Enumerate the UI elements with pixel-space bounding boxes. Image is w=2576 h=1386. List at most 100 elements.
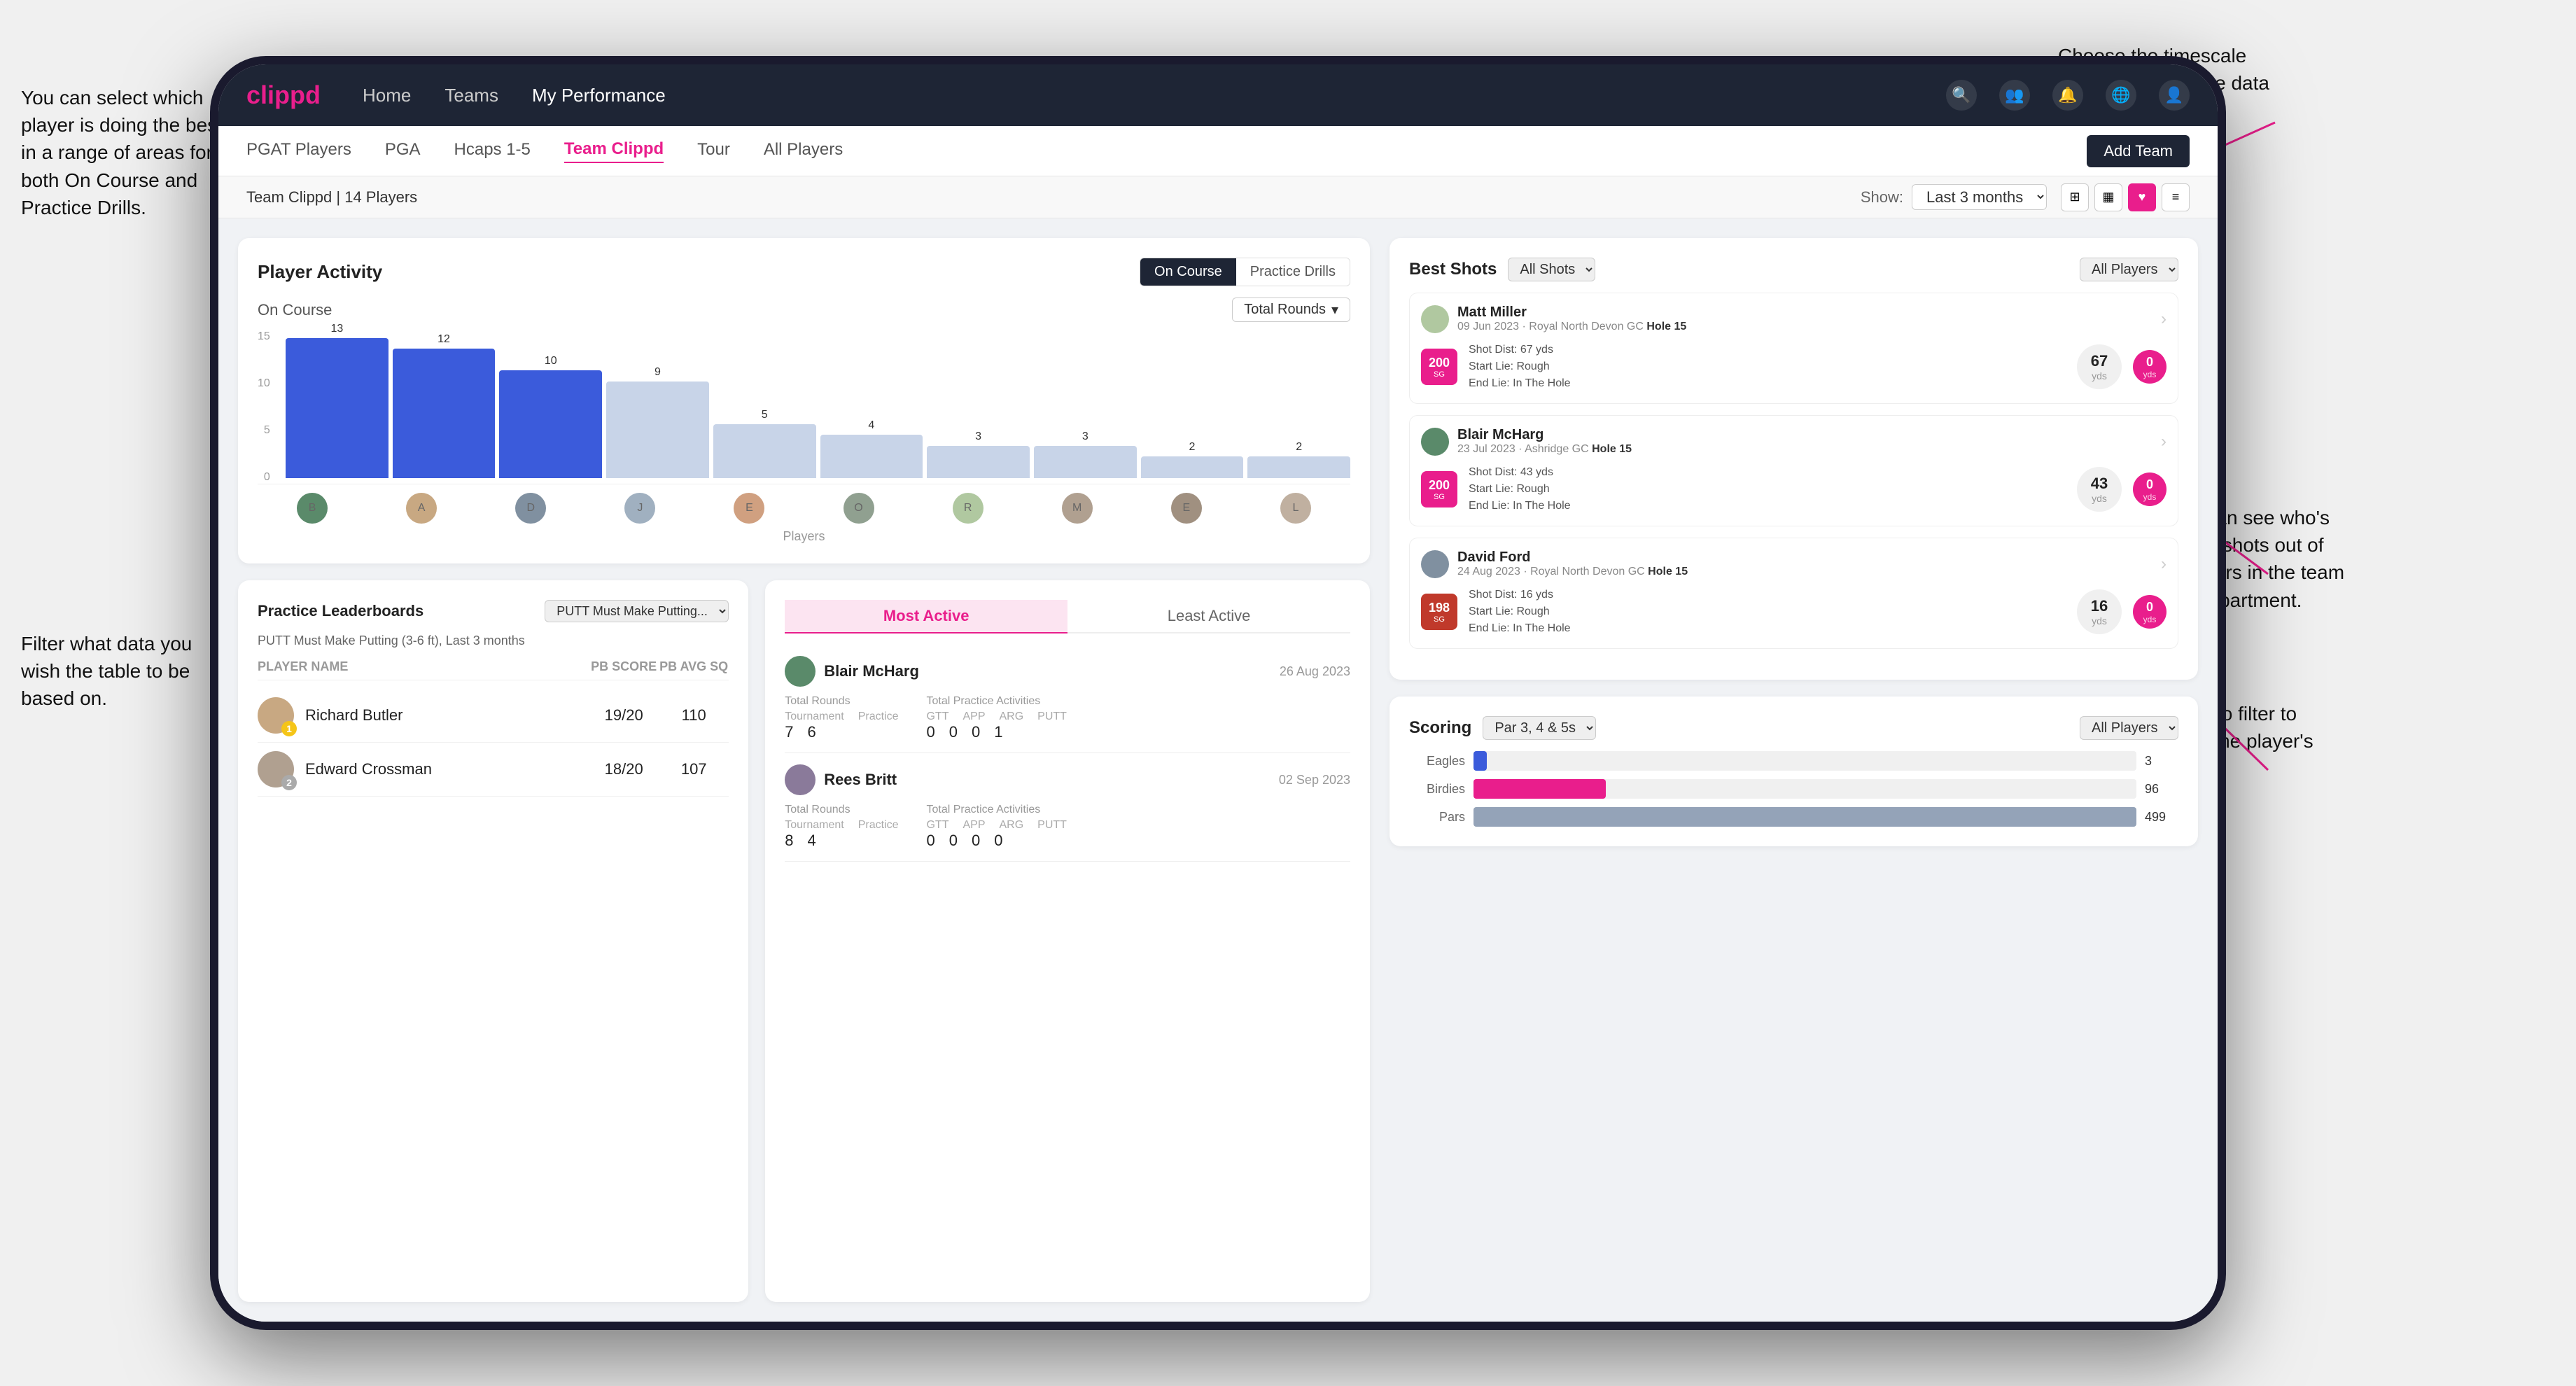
lb-player-name-2: Edward Crossman	[305, 760, 589, 778]
total-rounds-dropdown[interactable]: Total Rounds ▾	[1232, 298, 1350, 322]
scoring-chart: Eagles 3 Birdies 96	[1409, 751, 2178, 827]
shot-score-badge-2: 200 SG	[1421, 471, 1457, 507]
nav-item-my-performance[interactable]: My Performance	[532, 85, 666, 106]
activity-tabs: Most Active Least Active	[785, 600, 1350, 634]
ap-putt-2: 0	[994, 832, 1002, 850]
ap-avatar-1	[785, 656, 816, 687]
nav-item-teams[interactable]: Teams	[444, 85, 498, 106]
show-dropdown[interactable]: Last 3 months	[1912, 184, 2047, 210]
bar-group: 5	[713, 409, 816, 478]
nav-icons: 🔍 👥 🔔 🌐 👤	[1946, 80, 2190, 111]
activity-toggle-group: On Course Practice Drills	[1140, 258, 1350, 286]
subnav-all-players[interactable]: All Players	[764, 140, 843, 162]
shot-avatar-3	[1421, 550, 1449, 578]
ap-date-1: 26 Aug 2023	[1280, 664, 1350, 679]
on-course-toggle[interactable]: On Course	[1140, 258, 1236, 286]
top-nav: clippd Home Teams My Performance 🔍 👥 🔔 🌐…	[218, 64, 2218, 126]
scoring-title: Scoring	[1409, 718, 1471, 738]
practice-title: Practice Leaderboards	[258, 602, 424, 620]
subnav-team-clippd[interactable]: Team Clippd	[564, 139, 664, 163]
practice-subtitle: PUTT Must Make Putting (3-6 ft), Last 3 …	[258, 634, 729, 648]
shot-dist-badge-1: 67 yds	[2077, 344, 2122, 389]
shots-type-dropdown[interactable]: All Shots	[1508, 258, 1595, 281]
score-row-eagles: Eagles 3	[1409, 751, 2178, 771]
lb-pb-score-1: 19/20	[589, 706, 659, 724]
shot-end-badge-1: 0 yds	[2133, 350, 2166, 384]
nav-item-home[interactable]: Home	[363, 85, 411, 106]
shot-card-3: David Ford 24 Aug 2023 · Royal North Dev…	[1409, 538, 2178, 649]
chart-avatar: A	[406, 493, 437, 524]
settings-view-btn[interactable]: ≡	[2162, 183, 2190, 211]
ap-practice-1: 6	[807, 723, 816, 741]
leaderboard-header: PLAYER NAME PB SCORE PB AVG SQ	[258, 659, 729, 680]
scoring-players-dropdown[interactable]: All Players	[2080, 716, 2178, 740]
subnav-pga[interactable]: PGA	[385, 140, 421, 162]
add-team-button[interactable]: Add Team	[2087, 135, 2190, 167]
shot-chevron-2[interactable]: ›	[2161, 432, 2166, 451]
subnav-hcaps[interactable]: Hcaps 1-5	[454, 140, 531, 162]
bar-group: 4	[820, 419, 923, 478]
chart-avatar: L	[1280, 493, 1311, 524]
scoring-dropdown[interactable]: Par 3, 4 & 5s	[1483, 716, 1596, 740]
players-dropdown[interactable]: All Players	[2080, 258, 2178, 281]
grid2-view-btn[interactable]: ▦	[2094, 183, 2122, 211]
birdies-bar-container	[1474, 779, 2136, 799]
users-icon-btn[interactable]: 👥	[1999, 80, 2030, 111]
shot-end-badge-2: 0 yds	[2133, 472, 2166, 506]
shot-chevron-3[interactable]: ›	[2161, 554, 2166, 574]
ap-stats-row-1: Total Rounds Tournament Practice 7 6	[785, 695, 1350, 741]
ap-gtt-2: 0	[926, 832, 934, 850]
nav-logo: clippd	[246, 80, 321, 110]
on-course-label: On Course	[258, 301, 332, 319]
search-icon-btn[interactable]: 🔍	[1946, 80, 1977, 111]
shot-chevron-1[interactable]: ›	[2161, 309, 2166, 329]
bar-group: 9	[606, 366, 709, 478]
tablet-screen: clippd Home Teams My Performance 🔍 👥 🔔 🌐…	[218, 64, 2218, 1322]
ap-tournament-2: 8	[785, 832, 793, 850]
profile-icon-btn[interactable]: 👤	[2159, 80, 2190, 111]
subnav-tour[interactable]: Tour	[697, 140, 730, 162]
shot-player-name-1: Matt Miller	[1457, 304, 1686, 321]
birdies-bar	[1474, 779, 1606, 799]
shot-player-name-3: David Ford	[1457, 550, 1688, 566]
eagles-val: 3	[2145, 754, 2178, 769]
most-active-tab[interactable]: Most Active	[785, 600, 1068, 634]
lb-pb-score-2: 18/20	[589, 760, 659, 778]
pars-bar-container	[1474, 807, 2136, 827]
least-active-tab[interactable]: Least Active	[1068, 600, 1350, 634]
shot-dist-badge-2: 43 yds	[2077, 467, 2122, 512]
practice-leaderboards-card: Practice Leaderboards PUTT Must Make Put…	[238, 580, 748, 1302]
activity-title: Player Activity	[258, 261, 382, 283]
leaderboard-row-2: 2 Edward Crossman 18/20 107	[258, 743, 729, 797]
view-icons: ⊞ ▦ ♥ ≡	[2061, 183, 2190, 211]
globe-icon-btn[interactable]: 🌐	[2106, 80, 2136, 111]
chart-section-header: On Course Total Rounds ▾	[258, 298, 1350, 322]
subnav-pgat[interactable]: PGAT Players	[246, 140, 351, 162]
grid4-view-btn[interactable]: ⊞	[2061, 183, 2089, 211]
heart-view-btn[interactable]: ♥	[2128, 183, 2156, 211]
ap-arg-1: 0	[972, 723, 980, 741]
ap-putt-1: 1	[994, 723, 1002, 741]
score-row-birdies: Birdies 96	[1409, 779, 2178, 799]
bar-group: 13	[286, 323, 388, 478]
ap-header-2: Rees Britt 02 Sep 2023	[785, 764, 1350, 795]
score-row-pars: Pars 499	[1409, 807, 2178, 827]
active-player-1: Blair McHarg 26 Aug 2023 Total Rounds To…	[785, 645, 1350, 753]
notifications-icon-btn[interactable]: 🔔	[2052, 80, 2083, 111]
shot-info-2: Shot Dist: 43 yds Start Lie: Rough End L…	[1469, 464, 2066, 514]
bar-group: 3	[927, 430, 1030, 478]
rank-badge-1: 1	[281, 721, 297, 736]
shot-player-name-2: Blair McHarg	[1457, 427, 1632, 443]
bar-group: 2	[1141, 441, 1244, 478]
chart-avatar: O	[844, 493, 874, 524]
bar-chart: 15 10 5 0 1312109543322	[258, 330, 1350, 484]
ap-date-2: 02 Sep 2023	[1279, 773, 1350, 788]
shot-avatar-1	[1421, 305, 1449, 333]
ap-practice-2: 4	[807, 832, 816, 850]
eagles-label: Eagles	[1409, 754, 1465, 769]
practice-drills-toggle[interactable]: Practice Drills	[1236, 258, 1350, 286]
most-active-card: Most Active Least Active Blair McHarg 26…	[765, 580, 1370, 1302]
player-activity-card: Player Activity On Course Practice Drill…	[238, 238, 1370, 564]
annotation-player-select: You can select which player is doing the…	[21, 84, 224, 221]
practice-dropdown[interactable]: PUTT Must Make Putting...	[545, 600, 729, 622]
